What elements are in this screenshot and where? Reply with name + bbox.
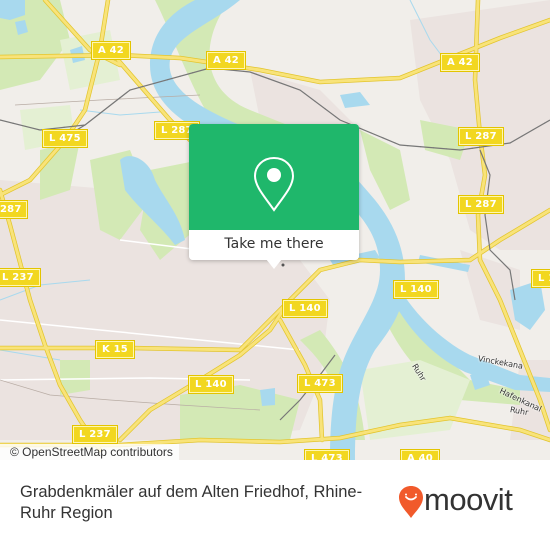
road-label-l287: L 287 xyxy=(458,127,504,146)
road-label-k15: K 15 xyxy=(95,340,135,359)
road-label-l287-edge: 287 xyxy=(0,200,29,219)
road-label-l140: L 140 xyxy=(282,299,328,318)
map-canvas[interactable]: A 42 A 42 A 42 L 475 L 287 L 287 L 287 2… xyxy=(0,0,550,460)
osm-attribution[interactable]: © OpenStreetMap contributors xyxy=(0,444,179,460)
road-label-l140-edge: L 1 xyxy=(530,269,550,288)
road-label-l475: L 475 xyxy=(42,129,88,148)
road-label-a42: A 42 xyxy=(206,51,246,70)
moovit-pin-smile-icon xyxy=(399,486,423,518)
road-label-l473: L 473 xyxy=(304,449,350,460)
footer: Grabdenkmäler auf dem Alten Friedhof, Rh… xyxy=(0,460,550,550)
road-label-l140: L 140 xyxy=(188,375,234,394)
moovit-logo[interactable]: moovit xyxy=(398,480,538,520)
place-title: Grabdenkmäler auf dem Alten Friedhof, Rh… xyxy=(20,483,363,522)
location-popup: Take me there xyxy=(189,124,359,269)
road-label-l237: L 237 xyxy=(72,425,118,444)
popup-header xyxy=(189,124,359,230)
road-label-a42: A 42 xyxy=(440,53,480,72)
road-label-a40: A 40 xyxy=(400,449,440,460)
road-label-l140: L 140 xyxy=(393,280,439,299)
popup-pointer xyxy=(266,259,282,269)
road-label-l237: L 237 xyxy=(0,268,41,287)
road-label-l473: L 473 xyxy=(297,374,343,393)
road-label-a42: A 42 xyxy=(91,41,131,60)
map-pin-icon xyxy=(253,156,295,212)
road-label-l287: L 287 xyxy=(458,195,504,214)
moovit-wordmark: moovit xyxy=(424,482,513,517)
take-me-there-button[interactable]: Take me there xyxy=(189,230,359,260)
